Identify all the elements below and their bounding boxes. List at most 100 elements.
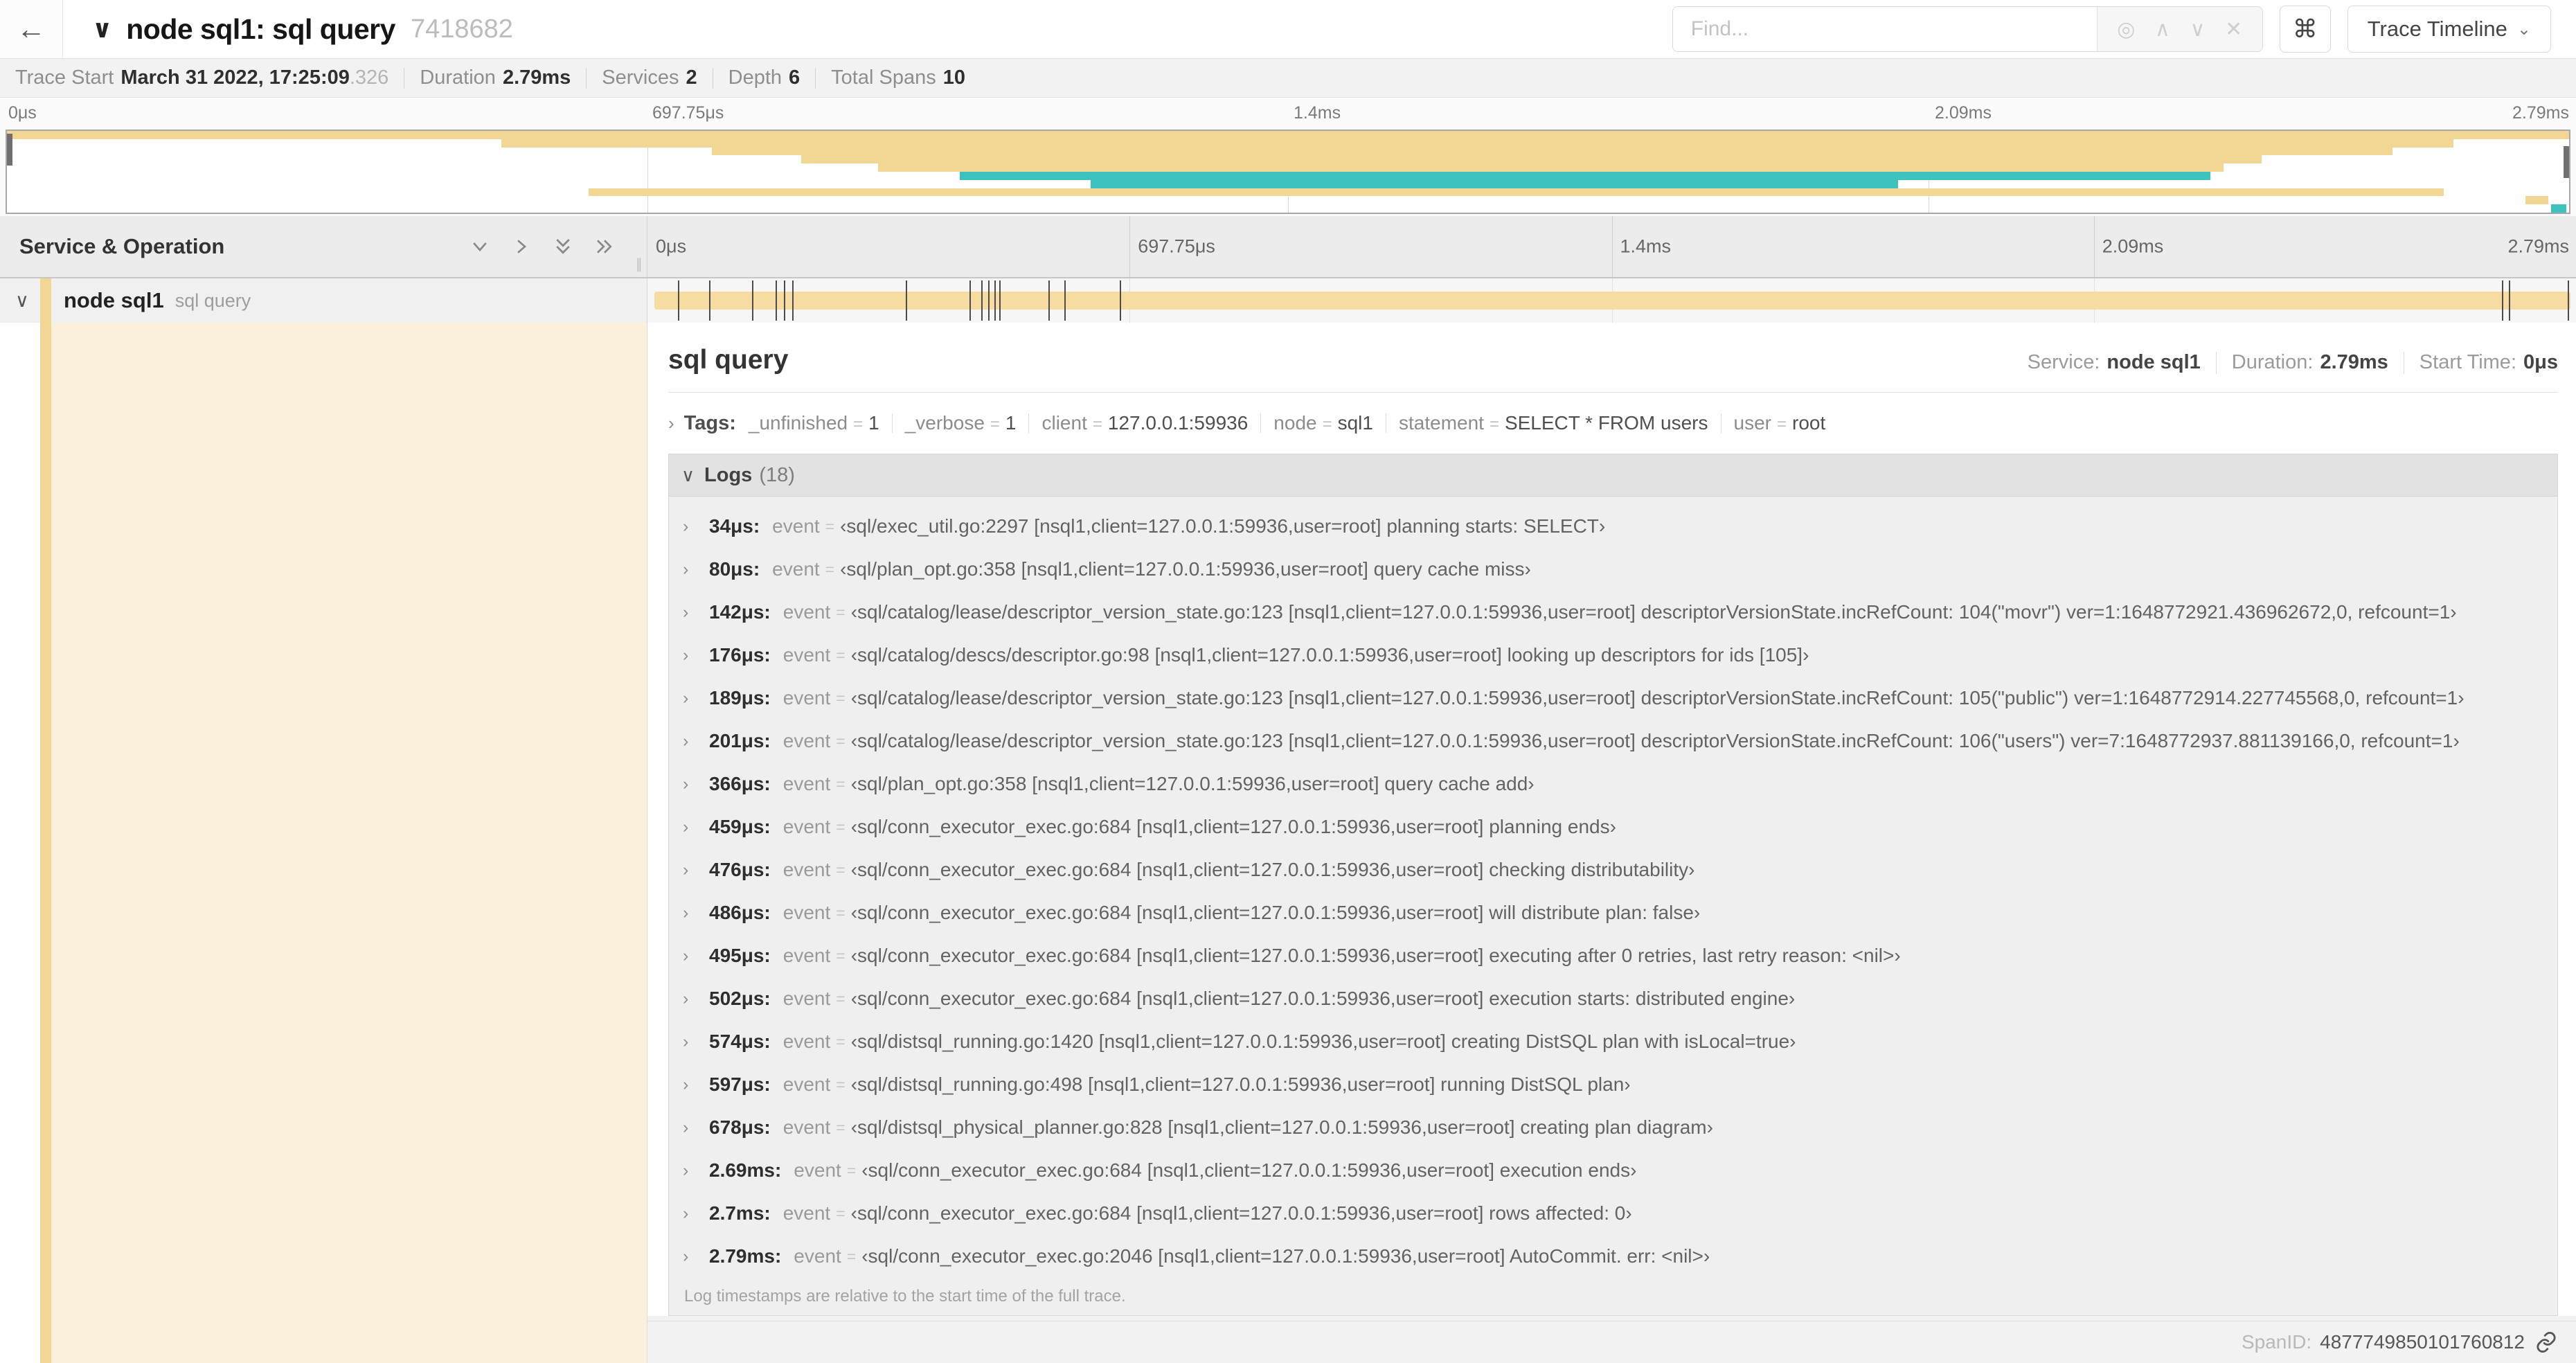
stat-label: Duration xyxy=(420,66,496,89)
log-row[interactable]: › 486μs: event = ‹sql/conn_executor_exec.go:… xyxy=(669,891,2557,934)
log-marker-tick xyxy=(751,280,753,321)
span-detail-title: sql query xyxy=(668,345,789,375)
span-detail-panel: sql query Service: node sql1 Duration: 2.79… xyxy=(647,323,2576,1363)
column-resizer-grip[interactable]: ∥ xyxy=(636,256,643,273)
expand-one-icon[interactable] xyxy=(511,236,532,257)
stat-label: Total Spans xyxy=(831,66,936,89)
minimap-graph[interactable] xyxy=(6,130,2570,214)
chevron-right-icon: › xyxy=(668,412,674,434)
chevron-right-icon: › xyxy=(683,1074,689,1094)
log-row[interactable]: › 597μs: event = ‹sql/distsql_running.go:498… xyxy=(669,1063,2557,1106)
span-collapse-icon[interactable]: ∨ xyxy=(15,290,40,312)
selected-row-highlight xyxy=(51,323,647,1363)
log-row[interactable]: › 2.79ms: event = ‹sql/conn_executor_exec.go… xyxy=(669,1235,2557,1278)
span-row-timeline[interactable] xyxy=(647,278,2576,323)
clear-find-icon[interactable]: ✕ xyxy=(2225,17,2242,42)
find-input[interactable] xyxy=(1672,7,2097,51)
minimap-axis: 0μs 697.75μs 1.4ms 2.09ms 2.79ms xyxy=(6,98,2570,130)
log-timestamp: 597μs: xyxy=(709,1074,771,1095)
match-highlight-icon[interactable]: ◎ xyxy=(2117,17,2135,42)
log-field-name: event xyxy=(782,859,831,880)
log-timestamp: 189μs: xyxy=(709,687,771,709)
equals-sign: = xyxy=(836,1075,846,1094)
log-marker-tick xyxy=(988,280,990,321)
equals-sign: = xyxy=(836,1032,846,1051)
log-row[interactable]: › 366μs: event = ‹sql/plan_opt.go:358 [nsql1… xyxy=(669,763,2557,805)
span-overview: Service: node sql1 Duration: 2.79ms Start Ti… xyxy=(2028,351,2558,374)
logs-header[interactable]: ∨ Logs (18) xyxy=(669,454,2557,497)
trace-stat: Services 2 xyxy=(602,66,697,89)
log-timestamp: 2.69ms: xyxy=(709,1159,782,1181)
log-row[interactable]: › 495μs: event = ‹sql/conn_executor_exec.go:… xyxy=(669,934,2557,977)
minimap-span-bar xyxy=(1091,179,1898,188)
log-row[interactable]: › 2.7ms: event = ‹sql/conn_executor_exec.go:… xyxy=(669,1192,2557,1235)
log-field-value: ‹sql/conn_executor_exec.go:684 [nsql1,cl… xyxy=(861,1159,1637,1181)
logs-title: Logs xyxy=(704,463,753,486)
back-button[interactable]: ← xyxy=(0,0,63,58)
log-row[interactable]: › 678μs: event = ‹sql/distsql_physical_plann… xyxy=(669,1106,2557,1149)
chevron-right-icon: › xyxy=(683,859,689,880)
log-row[interactable]: › 80μs: event = ‹sql/plan_opt.go:358 [nsql1,… xyxy=(669,548,2557,591)
stat-suffix: .326 xyxy=(349,66,389,89)
log-timestamp: 678μs: xyxy=(709,1116,771,1138)
tag-key: statement xyxy=(1398,412,1484,434)
tags-row[interactable]: › Tags: _unfinished = 1 _verbose = 1 client = 12… xyxy=(668,408,2558,438)
log-marker-tick xyxy=(981,280,983,321)
minimap-right-drag-handle[interactable] xyxy=(2564,146,2569,178)
log-marker-tick xyxy=(792,280,794,321)
find-group: ◎ ∧ ∨ ✕ xyxy=(1672,6,2263,52)
log-field-value: ‹sql/plan_opt.go:358 [nsql1,client=127.0… xyxy=(850,773,1535,794)
log-field-name: event xyxy=(782,816,831,837)
command-icon: ⌘ xyxy=(2292,15,2318,43)
log-row[interactable]: › 574μs: event = ‹sql/distsql_running.go:142… xyxy=(669,1020,2557,1063)
log-row[interactable]: › 142μs: event = ‹sql/catalog/lease/descript… xyxy=(669,591,2557,634)
log-marker-tick xyxy=(2567,280,2569,321)
expand-all-icon[interactable] xyxy=(594,236,615,257)
log-marker-tick xyxy=(1064,280,1066,321)
log-row[interactable]: › 502μs: event = ‹sql/conn_executor_exec.go:… xyxy=(669,977,2557,1020)
trace-collapse-icon[interactable]: ∨ xyxy=(92,15,112,44)
deep-link-icon[interactable] xyxy=(2534,1330,2558,1354)
log-row[interactable]: › 189μs: event = ‹sql/catalog/lease/descript… xyxy=(669,677,2557,720)
chevron-right-icon: › xyxy=(683,988,689,1008)
equals-sign: = xyxy=(836,645,846,664)
tag-key: node xyxy=(1273,412,1317,434)
log-marker-tick xyxy=(969,280,972,321)
tag-item: node = sql1 xyxy=(1273,412,1373,434)
log-marker-tick xyxy=(677,280,679,321)
overview-value: node sql1 xyxy=(2107,351,2201,373)
divider xyxy=(891,413,893,433)
log-field-value: ‹sql/catalog/lease/descriptor_version_st… xyxy=(850,601,2457,623)
log-row[interactable]: › 34μs: event = ‹sql/exec_util.go:2297 [nsql… xyxy=(669,505,2557,548)
log-field-name: event xyxy=(782,773,831,794)
jaeger-trace-view: ← ∨ node sql1: sql query 7418682 ◎ ∧ ∨ ✕… xyxy=(0,0,2576,1363)
chevron-right-icon: › xyxy=(683,1031,689,1051)
log-row[interactable]: › 176μs: event = ‹sql/catalog/descs/descript… xyxy=(669,634,2557,677)
log-timestamp: 176μs: xyxy=(709,644,771,666)
log-field-value: ‹sql/plan_opt.go:358 [nsql1,client=127.0… xyxy=(840,558,1531,580)
trace-view-selector[interactable]: Trace Timeline ⌄ xyxy=(2347,6,2551,53)
equals-sign: = xyxy=(846,1161,857,1179)
log-field-value: ‹sql/distsql_running.go:1420 [nsql1,clie… xyxy=(850,1031,1796,1052)
collapse-all-icon[interactable] xyxy=(553,236,573,257)
tag-key: user xyxy=(1733,412,1771,434)
log-field-name: event xyxy=(782,945,831,966)
chevron-right-icon: › xyxy=(683,602,689,622)
collapse-one-icon[interactable] xyxy=(469,236,490,257)
log-row[interactable]: › 459μs: event = ‹sql/conn_executor_exec.go:… xyxy=(669,805,2557,848)
prev-match-icon[interactable]: ∧ xyxy=(2155,17,2170,42)
log-field-name: event xyxy=(782,1116,831,1138)
next-match-icon[interactable]: ∨ xyxy=(2190,17,2206,42)
log-marker-tick xyxy=(994,280,996,321)
span-row[interactable]: ∨ node sql1 sql query xyxy=(0,278,2576,323)
chevron-down-icon: ⌄ xyxy=(2516,19,2531,39)
log-row[interactable]: › 201μs: event = ‹sql/catalog/lease/descript… xyxy=(669,720,2557,763)
divider xyxy=(2215,351,2217,374)
log-row[interactable]: › 476μs: event = ‹sql/conn_executor_exec.go:… xyxy=(669,848,2557,891)
log-timestamp: 2.79ms: xyxy=(709,1245,782,1267)
minimap-left-drag-handle[interactable] xyxy=(7,134,12,166)
log-row[interactable]: › 2.69ms: event = ‹sql/conn_executor_exec.go… xyxy=(669,1149,2557,1192)
minimap-span-bar xyxy=(588,188,2444,197)
service-operation-title: Service & Operation xyxy=(19,234,225,258)
keyboard-shortcuts-button[interactable]: ⌘ xyxy=(2279,6,2331,53)
